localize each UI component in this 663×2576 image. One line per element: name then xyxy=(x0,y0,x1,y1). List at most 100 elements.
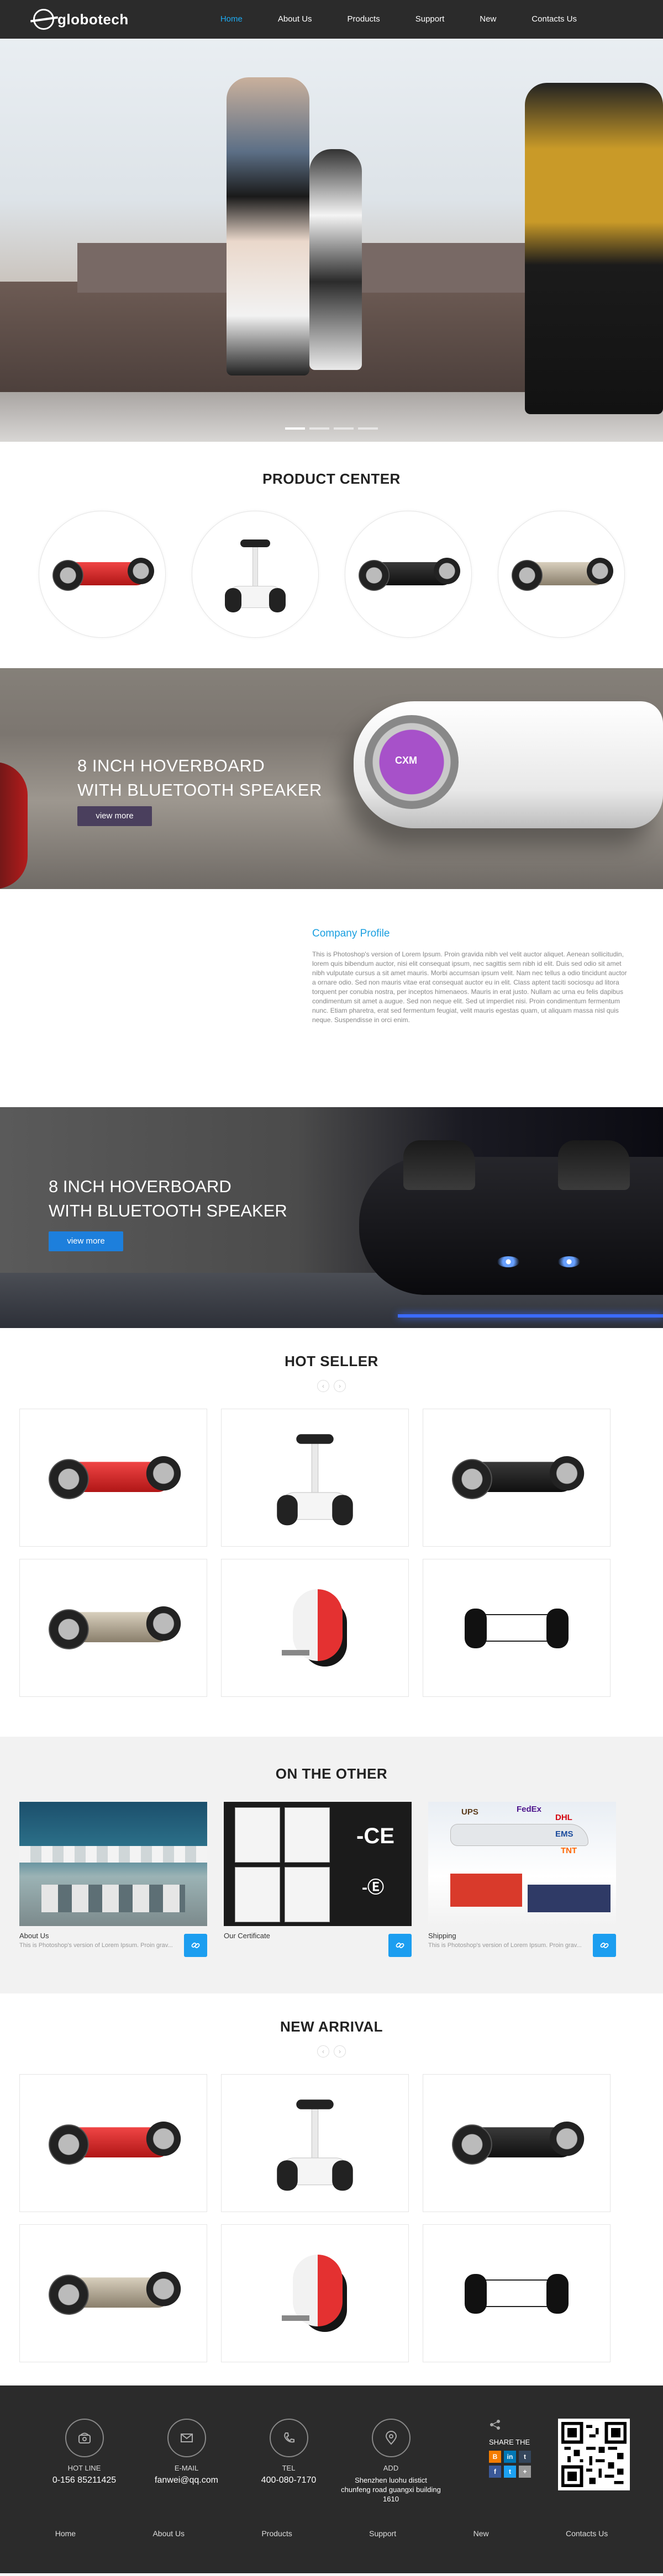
company-profile-title[interactable]: Company Profile xyxy=(312,928,390,940)
view-more-button[interactable]: view more xyxy=(49,1231,123,1251)
product-card-white-segway[interactable] xyxy=(221,2074,409,2212)
info-card-title[interactable]: Shipping xyxy=(428,1932,616,1940)
company-profile-text: This is Photoshop's version of Lorem Ips… xyxy=(312,950,627,1024)
mail-icon xyxy=(167,2419,206,2457)
ups-logo: UPS xyxy=(461,1807,478,1817)
prev-arrow-button[interactable]: ‹ xyxy=(317,1380,329,1392)
product-card-white-mini-scooter[interactable] xyxy=(423,2224,611,2362)
contact-address: ADD Shenzhen luohu distict chunfeng road… xyxy=(340,2419,442,2504)
linkedin-icon[interactable]: in xyxy=(504,2451,516,2463)
hot-seller-title: HOT SELLER xyxy=(285,1353,378,1369)
hero-rider-child xyxy=(309,149,362,370)
hero-rider-woman xyxy=(227,77,309,375)
product-circle-white-segway[interactable] xyxy=(191,511,319,638)
product-card-white-segway[interactable] xyxy=(221,1409,409,1547)
prev-arrow-button[interactable]: ‹ xyxy=(317,2045,329,2057)
product-circle-black-hoverboard[interactable] xyxy=(344,511,472,638)
certificate-document xyxy=(235,1807,280,1863)
tel-icon xyxy=(269,2419,308,2457)
link-icon[interactable] xyxy=(184,1934,207,1957)
share-block: SHARE THE B in t f t + xyxy=(489,2419,544,2478)
product-center-title: PRODUCT CENTER xyxy=(262,470,401,487)
hero-dot[interactable] xyxy=(285,427,305,430)
share-label: SHARE THE xyxy=(489,2438,530,2446)
new-arrival-title: NEW ARRIVAL xyxy=(280,2018,383,2035)
product-card-red-unicycle[interactable] xyxy=(221,1559,409,1697)
e-mark-icon: -Ⓔ xyxy=(362,1879,384,1897)
link-icon[interactable] xyxy=(388,1934,412,1957)
hero-slider[interactable] xyxy=(0,39,663,442)
truck-graphic xyxy=(450,1874,522,1907)
hero-rider-man xyxy=(525,83,663,414)
info-card-title[interactable]: About Us xyxy=(19,1932,207,1940)
more-share-icon[interactable]: + xyxy=(519,2466,531,2478)
info-card-about-us[interactable]: About Us This is Photoshop's version of … xyxy=(19,1802,207,1957)
footer-nav-about-us[interactable]: About Us xyxy=(152,2529,185,2538)
banner-shoe-right xyxy=(558,1140,630,1190)
on-the-other-title: ON THE OTHER xyxy=(275,1765,388,1782)
hot-seller-section: HOT SELLER ‹ › xyxy=(0,1328,663,1737)
qr-code xyxy=(558,2419,630,2490)
contact-email: E-MAIL fanwei@qq.com xyxy=(135,2419,238,2504)
certificate-document xyxy=(285,1867,330,1922)
info-card-our-certificate[interactable]: -CE -Ⓔ Our Certificate xyxy=(224,1802,412,1957)
product-card-champagne-hoverboard[interactable] xyxy=(19,1559,207,1697)
product-card-red-unicycle[interactable] xyxy=(221,2224,409,2362)
certificate-document xyxy=(285,1807,330,1863)
hero-dot[interactable] xyxy=(358,427,378,430)
footer-nav-products[interactable]: Products xyxy=(261,2529,292,2538)
next-arrow-button[interactable]: › xyxy=(334,1380,346,1392)
footer-nav-new[interactable]: New xyxy=(473,2529,489,2538)
hero-dot[interactable] xyxy=(334,427,354,430)
product-card-champagne-hoverboard[interactable] xyxy=(19,2224,207,2362)
twitter-icon[interactable]: t xyxy=(504,2466,516,2478)
contact-hot-line: HOT LINE 0-156 85211425 xyxy=(33,2419,135,2504)
site-header: globotech Home About Us Products Support… xyxy=(0,0,663,39)
company-profile-section: Company Profile This is Photoshop's vers… xyxy=(0,889,663,1107)
product-center-section: PRODUCT CENTER xyxy=(0,442,663,668)
certificate-document xyxy=(235,1867,280,1922)
blogger-icon[interactable]: B xyxy=(489,2451,501,2463)
info-card-title[interactable]: Our Certificate xyxy=(224,1932,412,1940)
link-icon[interactable] xyxy=(593,1934,616,1957)
product-circle-red-hoverboard[interactable] xyxy=(38,511,166,638)
next-arrow-button[interactable]: › xyxy=(334,2045,346,2057)
product-circle-champagne-hoverboard[interactable] xyxy=(497,511,625,638)
banner-headline: 8 INCH HOVERBOARD WITH BLUETOOTH SPEAKER xyxy=(49,1177,287,1220)
tumblr-icon[interactable]: t xyxy=(519,2451,531,2463)
info-card-shipping[interactable]: UPS FedEx DHL EMS TNT Shipping This is P… xyxy=(428,1802,616,1957)
product-card-white-mini-scooter[interactable] xyxy=(423,1559,611,1697)
hero-dot[interactable] xyxy=(309,427,329,430)
footer-nav-home[interactable]: Home xyxy=(55,2529,76,2538)
facebook-icon[interactable]: f xyxy=(489,2466,501,2478)
location-icon xyxy=(371,2419,411,2457)
footer-nav-support[interactable]: Support xyxy=(369,2529,396,2538)
product-card-red-hoverboard[interactable] xyxy=(19,1409,207,1547)
product-card-black-hoverboard[interactable] xyxy=(423,1409,611,1547)
search-icon[interactable] xyxy=(594,0,630,39)
nav-new[interactable]: New xyxy=(462,0,514,39)
nav-home[interactable]: Home xyxy=(203,0,260,39)
footer-nav: Home About Us Products Support New Conta… xyxy=(0,2529,663,2538)
product-card-black-hoverboard[interactable] xyxy=(423,2074,611,2212)
nav-contacts-us[interactable]: Contacts Us xyxy=(514,0,594,39)
banner-shoe-left xyxy=(403,1140,475,1190)
promo-banner-night: 8 INCH HOVERBOARD WITH BLUETOOTH SPEAKER… xyxy=(0,1107,663,1328)
view-more-button[interactable]: view more xyxy=(77,806,152,826)
banner-headline: 8 INCH HOVERBOARD WITH BLUETOOTH SPEAKER xyxy=(77,756,322,800)
banner-blue-led-strip xyxy=(398,1314,663,1318)
certificate-photo: -CE -Ⓔ xyxy=(224,1802,412,1926)
site-logo[interactable]: globotech xyxy=(33,9,129,30)
banner-led-light xyxy=(558,1256,580,1267)
banner-wheel-hub: CXM xyxy=(365,715,459,809)
nav-support[interactable]: Support xyxy=(398,0,462,39)
info-card-text: This is Photoshop's version of Lorem Ips… xyxy=(19,1942,173,1949)
logo-mark-icon xyxy=(33,9,54,30)
nav-about-us[interactable]: About Us xyxy=(260,0,330,39)
product-card-red-hoverboard[interactable] xyxy=(19,2074,207,2212)
factory-photo xyxy=(19,1802,207,1926)
nav-products[interactable]: Products xyxy=(330,0,398,39)
footer-nav-contacts-us[interactable]: Contacts Us xyxy=(566,2529,608,2538)
phone-icon xyxy=(65,2419,104,2457)
banner-led-light xyxy=(497,1256,519,1267)
